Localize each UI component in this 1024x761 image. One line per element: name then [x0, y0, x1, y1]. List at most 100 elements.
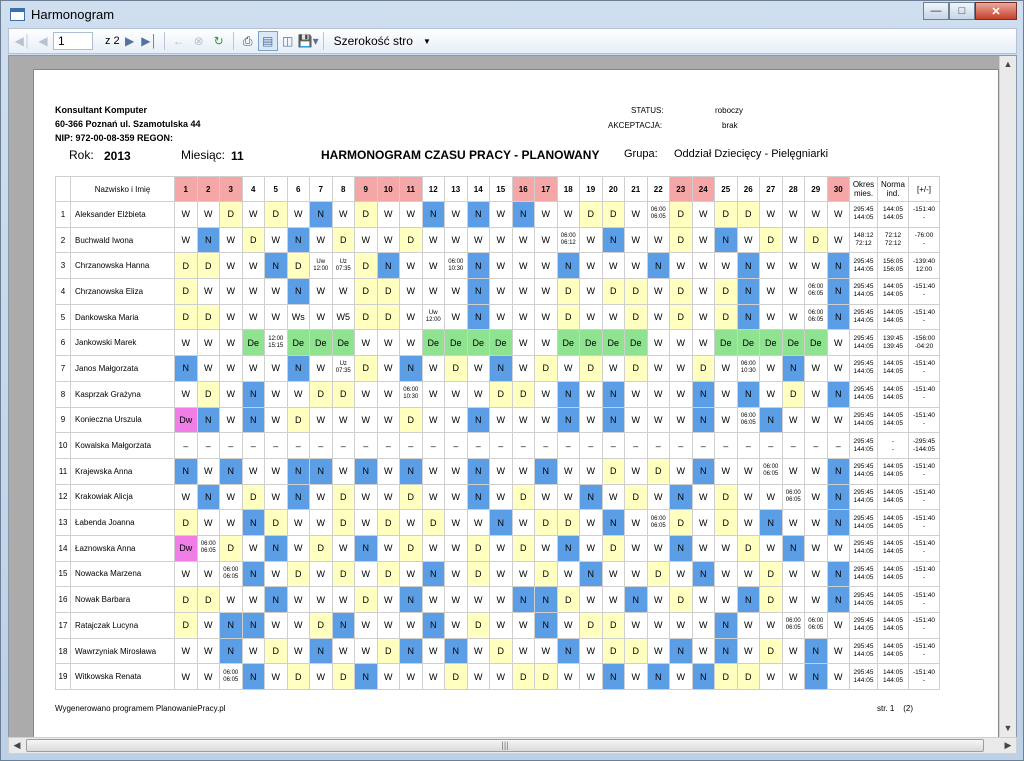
prev-page-button[interactable]: ◀	[33, 31, 53, 51]
shift-cell: D	[331, 380, 355, 408]
day-header: 23	[669, 176, 693, 202]
shift-cell: W	[579, 278, 603, 305]
scroll-up-icon[interactable]: ▲	[1000, 56, 1016, 73]
shift-cell: W	[781, 252, 805, 280]
page-footer: str. 1 (2)	[877, 704, 913, 713]
page-setup-button[interactable]: ◫	[278, 31, 298, 51]
shift-cell: D	[286, 406, 310, 434]
row-number: 15	[55, 560, 71, 588]
row-number: 12	[55, 483, 71, 511]
shift-cell: –	[601, 432, 625, 459]
first-page-icon: ◀│	[14, 34, 32, 48]
shift-cell: D	[579, 355, 603, 382]
shift-cell: D	[399, 483, 423, 511]
scrollbar-thumb[interactable]: |||	[26, 739, 984, 752]
shift-cell: N	[354, 663, 378, 691]
shift-cell: N	[241, 560, 265, 588]
shift-cell: D	[534, 355, 558, 382]
back-button[interactable]: ←	[169, 31, 189, 51]
row-number: 5	[55, 303, 71, 331]
print-button[interactable]: ⎙	[238, 31, 258, 51]
shift-cell: W	[579, 226, 603, 254]
scroll-right-icon[interactable]: ▶	[1000, 738, 1016, 753]
shift-cell: W	[196, 329, 220, 357]
shift-cell: W	[421, 586, 445, 613]
row-number: 4	[55, 278, 71, 305]
sum-header: Norma ind.	[877, 176, 909, 202]
row-number: 8	[55, 380, 71, 408]
shift-cell: D	[354, 303, 378, 331]
page-number-input[interactable]	[53, 32, 93, 50]
scroll-down-icon[interactable]: ▼	[1000, 720, 1016, 737]
shift-cell: W	[174, 226, 198, 254]
shift-cell: W	[804, 560, 828, 588]
shift-cell: W	[759, 483, 783, 511]
shift-cell: N	[399, 457, 423, 485]
company-name: Konsultant Komputer	[55, 105, 147, 115]
first-page-button[interactable]: ◀│	[13, 31, 33, 51]
last-page-button[interactable]: ▶│	[140, 31, 160, 51]
shift-cell: W	[421, 380, 445, 408]
shift-cell: N	[196, 483, 220, 511]
shift-cell: N	[736, 380, 760, 408]
shift-cell: W	[646, 226, 670, 254]
shift-cell: D	[219, 534, 243, 562]
shift-cell: W	[579, 509, 603, 536]
shift-cell: W	[174, 663, 198, 691]
shift-cell: W	[646, 329, 670, 357]
shift-cell: N	[601, 380, 625, 408]
shift-cell: D	[466, 612, 490, 639]
page-layout-icon: ▤	[261, 34, 274, 48]
day-header: 10	[376, 176, 400, 202]
shift-cell: W	[579, 303, 603, 331]
shift-cell: D	[534, 509, 558, 536]
row-number: 9	[55, 406, 71, 434]
shift-cell: W	[804, 355, 828, 382]
maximize-button[interactable]: □	[949, 2, 975, 20]
stop-button[interactable]: ⊗	[189, 31, 209, 51]
export-button[interactable]: 💾▾	[298, 31, 319, 51]
shift-cell: W	[646, 586, 670, 613]
shift-cell: D	[714, 201, 738, 228]
shift-cell: W	[309, 509, 333, 536]
shift-cell: W	[669, 457, 693, 485]
shift-cell: W	[579, 380, 603, 408]
shift-cell: D	[601, 612, 625, 639]
shift-cell: W	[624, 612, 648, 639]
generated-by: Wygenerowano programem PlanowaniePracy.p…	[55, 704, 226, 713]
employee-name: Chrzanowska Hanna	[70, 252, 175, 280]
shift-cell: N	[826, 380, 850, 408]
scroll-left-icon[interactable]: ◀	[9, 738, 25, 753]
shift-cell: W	[421, 406, 445, 434]
shift-cell: D	[601, 278, 625, 305]
shift-cell: W	[511, 226, 535, 254]
diff-cell: -151:40-	[908, 483, 940, 511]
diff-cell: -156:00 -04:20	[908, 329, 940, 357]
shift-cell: –	[421, 432, 445, 459]
shift-cell: N	[826, 509, 850, 536]
next-page-button[interactable]: ▶	[120, 31, 140, 51]
minimize-button[interactable]: —	[923, 2, 949, 20]
close-button[interactable]: ✕	[975, 2, 1017, 20]
refresh-button[interactable]: ↻	[209, 31, 229, 51]
row-number: 14	[55, 534, 71, 562]
horizontal-scrollbar[interactable]: ◀ ||| ▶	[8, 737, 1017, 754]
zoom-select[interactable]: Szerokość stro ▼	[328, 31, 437, 51]
shift-cell: W	[444, 380, 468, 408]
shift-cell: –	[556, 432, 580, 459]
shift-cell: N	[466, 201, 490, 228]
shift-cell: W	[331, 278, 355, 305]
shift-cell: D	[781, 380, 805, 408]
shift-cell: W	[511, 252, 535, 280]
shift-cell: W	[759, 303, 783, 331]
table-row: 14 Łaznowska Anna Dw 06:00 06:05 D W N W D W N W D W W D…	[55, 534, 940, 562]
shift-cell: W	[601, 483, 625, 511]
shift-cell: D	[174, 612, 198, 639]
shift-cell: Ws	[286, 303, 310, 331]
shift-cell: W	[804, 380, 828, 408]
shift-cell: –	[781, 432, 805, 459]
app-window: Harmonogram — □ ✕ ◀│ ◀ z 2 ▶ ▶│ ← ⊗ ↻ ⎙ …	[0, 0, 1024, 761]
print-layout-button[interactable]: ▤	[257, 31, 278, 51]
shift-cell: W	[826, 406, 850, 434]
vertical-scrollbar[interactable]: ▲ ▼	[999, 56, 1016, 737]
